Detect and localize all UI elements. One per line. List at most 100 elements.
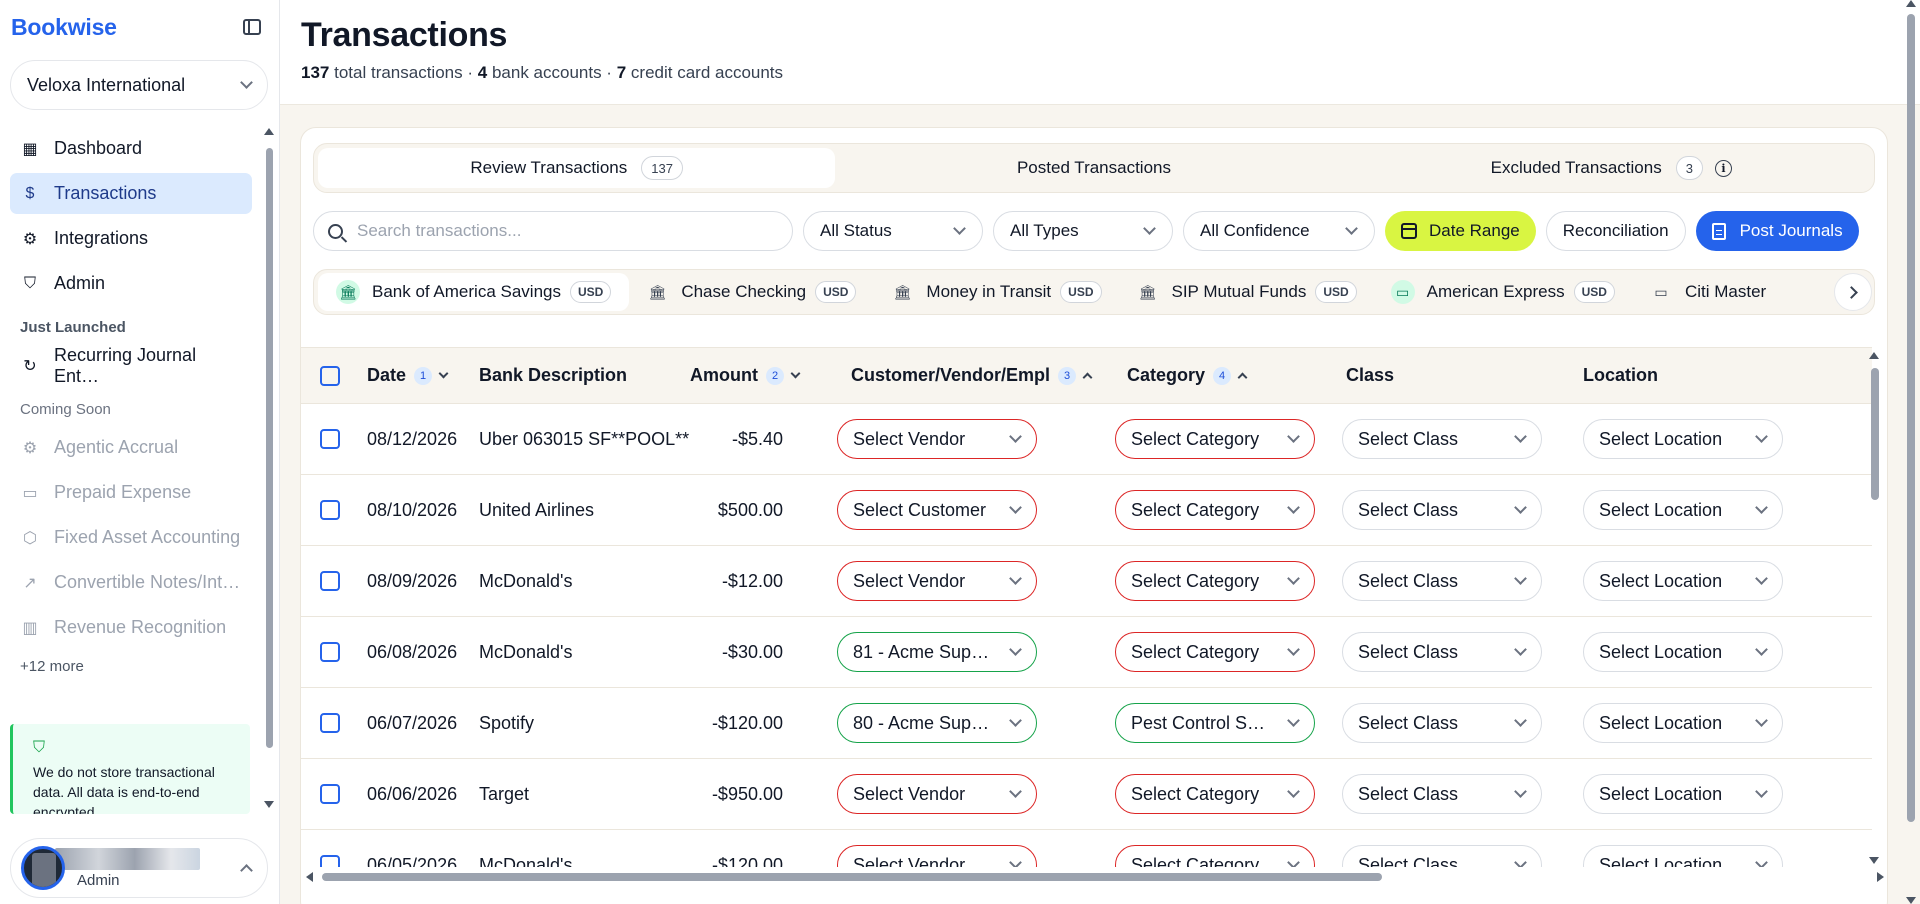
account-tab-american-express[interactable]: ▭ American Express USD xyxy=(1375,273,1633,311)
date-range-button[interactable]: Date Range xyxy=(1385,211,1536,251)
account-tab-sip-mutual-funds[interactable]: 🏛 SIP Mutual Funds USD xyxy=(1120,273,1375,311)
category-select[interactable]: Pest Control S… xyxy=(1115,703,1315,743)
customer-vendor-select[interactable]: 81 - Acme Sup… xyxy=(837,632,1037,672)
accounts-next-button[interactable] xyxy=(1834,273,1872,311)
user-menu[interactable]: Admin xyxy=(10,838,268,898)
class-select[interactable]: Select Class xyxy=(1342,419,1542,459)
confidence-filter[interactable]: All Confidence xyxy=(1183,211,1375,251)
bank-label: bank accounts · xyxy=(491,63,612,82)
scroll-down-icon[interactable] xyxy=(1869,857,1879,864)
transaction-tabs: Review Transactions 137 Posted Transacti… xyxy=(313,143,1875,193)
sidebar-scrollbar[interactable] xyxy=(264,128,274,808)
table-horizontal-scrollbar[interactable] xyxy=(306,871,1884,883)
scroll-up-icon[interactable] xyxy=(1869,352,1879,359)
scroll-up-icon[interactable] xyxy=(1906,0,1916,7)
status-filter[interactable]: All Status xyxy=(803,211,983,251)
category-select[interactable]: Select Category xyxy=(1115,845,1315,867)
location-select[interactable]: Select Location xyxy=(1583,419,1783,459)
row-checkbox[interactable] xyxy=(320,429,340,449)
scroll-up-icon[interactable] xyxy=(264,128,274,135)
class-select[interactable]: Select Class xyxy=(1342,845,1542,867)
brand-logo[interactable]: Bookwise xyxy=(11,14,117,41)
customer-vendor-select[interactable]: Select Customer xyxy=(837,490,1037,530)
tab-excluded-transactions[interactable]: Excluded Transactions 3 i xyxy=(1353,148,1870,188)
column-label: Bank Description xyxy=(479,365,628,385)
class-select[interactable]: Select Class xyxy=(1342,774,1542,814)
category-select[interactable]: Select Category xyxy=(1115,419,1315,459)
table-row[interactable]: 06/08/2026 McDonald's -$30.00 81 - Acme Sup… xyxy=(301,616,1872,688)
table-row[interactable]: 08/10/2026 United Airlines $500.00 Select C… xyxy=(301,474,1872,546)
category-select[interactable]: Select Category xyxy=(1115,490,1315,530)
column-date[interactable]: Date 1 xyxy=(367,347,479,404)
table-row[interactable]: 06/06/2026 Target -$950.00 Select Vendor Sel… xyxy=(301,758,1872,830)
location-select[interactable]: Select Location xyxy=(1583,561,1783,601)
scroll-thumb[interactable] xyxy=(322,873,1382,881)
reconciliation-button[interactable]: Reconciliation xyxy=(1545,211,1686,251)
scroll-down-icon[interactable] xyxy=(1906,897,1916,904)
class-select[interactable]: Select Class xyxy=(1342,490,1542,530)
row-checkbox[interactable] xyxy=(320,571,340,591)
class-select[interactable]: Select Class xyxy=(1342,561,1542,601)
sidebar-item-dashboard[interactable]: ▦ Dashboard xyxy=(10,128,252,169)
location-select[interactable]: Select Location xyxy=(1583,774,1783,814)
brand-row: Bookwise xyxy=(0,0,279,54)
category-select[interactable]: Select Category xyxy=(1115,774,1315,814)
row-checkbox[interactable] xyxy=(320,784,340,804)
table-row[interactable]: 06/05/2026 McDonald's -$120.00 Select Vendo… xyxy=(301,829,1872,867)
sidebar-toggle-icon[interactable] xyxy=(243,19,261,35)
table-row[interactable]: 08/09/2026 McDonald's -$12.00 Select Vendor… xyxy=(301,545,1872,617)
account-tab-chase-checking[interactable]: 🏛 Chase Checking USD xyxy=(629,273,874,311)
tab-review-transactions[interactable]: Review Transactions 137 xyxy=(318,148,836,188)
tab-posted-transactions[interactable]: Posted Transactions xyxy=(835,148,1352,188)
customer-vendor-select[interactable]: Select Vendor xyxy=(837,774,1037,814)
sidebar-item-integrations[interactable]: ⚙ Integrations xyxy=(10,218,252,259)
column-amount[interactable]: Amount 2 xyxy=(677,347,823,404)
search-input[interactable]: Search transactions... xyxy=(313,211,793,251)
category-select[interactable]: Select Category xyxy=(1115,561,1315,601)
scroll-down-icon[interactable] xyxy=(264,801,274,808)
row-checkbox[interactable] xyxy=(320,855,340,867)
account-tab-bank-of-america-savings[interactable]: 🏛 Bank of America Savings USD xyxy=(318,273,630,311)
table-vertical-scrollbar[interactable] xyxy=(1869,352,1881,864)
sidebar-item-admin[interactable]: ⛉ Admin xyxy=(10,263,252,304)
column-customer-vendor[interactable]: Customer/Vendor/Empl 3 xyxy=(823,347,1101,404)
table-row[interactable]: 08/12/2026 Uber 063015 SF**POOL** -$5.40 Se… xyxy=(301,403,1872,475)
class-select[interactable]: Select Class xyxy=(1342,703,1542,743)
scroll-thumb[interactable] xyxy=(266,148,273,748)
account-tab-citi-master[interactable]: ▭ Citi Master xyxy=(1633,273,1784,311)
type-filter[interactable]: All Types xyxy=(993,211,1173,251)
class-select[interactable]: Select Class xyxy=(1342,632,1542,672)
location-select[interactable]: Select Location xyxy=(1583,703,1783,743)
select-all-checkbox[interactable] xyxy=(320,365,340,386)
location-select[interactable]: Select Location xyxy=(1583,632,1783,672)
location-select[interactable]: Select Location xyxy=(1583,490,1783,530)
customer-vendor-select[interactable]: Select Vendor xyxy=(837,419,1037,459)
sidebar-item-recurring-journal[interactable]: ↻ Recurring Journal Ent… xyxy=(10,345,252,386)
row-checkbox[interactable] xyxy=(320,500,340,520)
page-scrollbar[interactable] xyxy=(1906,0,1916,904)
sidebar-item-transactions[interactable]: $ Transactions xyxy=(10,173,252,214)
scroll-right-icon[interactable] xyxy=(1877,872,1884,882)
account-tab-money-in-transit[interactable]: 🏛 Money in Transit USD xyxy=(874,273,1119,311)
row-checkbox[interactable] xyxy=(320,713,340,733)
column-category[interactable]: Category 4 xyxy=(1101,347,1342,404)
location-select[interactable]: Select Location xyxy=(1583,845,1783,867)
row-checkbox[interactable] xyxy=(320,642,340,662)
select-value: Select Class xyxy=(1358,428,1459,449)
customer-vendor-select[interactable]: 80 - Acme Sup… xyxy=(837,703,1037,743)
sort-desc-icon xyxy=(790,368,801,379)
scroll-thumb[interactable] xyxy=(1871,368,1879,500)
org-select[interactable]: Veloxa International xyxy=(10,60,268,110)
scroll-thumb[interactable] xyxy=(1907,14,1915,822)
cell-amount: -$120.00 xyxy=(677,687,823,759)
category-select[interactable]: Select Category xyxy=(1115,632,1315,672)
scroll-left-icon[interactable] xyxy=(306,872,313,882)
table-row[interactable]: 06/07/2026 Spotify -$120.00 80 - Acme Sup… P… xyxy=(301,687,1872,759)
cell-amount: -$950.00 xyxy=(677,758,823,830)
more-link[interactable]: +12 more xyxy=(0,652,262,675)
customer-vendor-select[interactable]: Select Vendor xyxy=(837,845,1037,867)
customer-vendor-select[interactable]: Select Vendor xyxy=(837,561,1037,601)
reconciliation-label: Reconciliation xyxy=(1562,221,1669,240)
post-journals-button[interactable]: Post Journals xyxy=(1695,211,1859,251)
info-icon[interactable]: i xyxy=(1714,159,1732,177)
